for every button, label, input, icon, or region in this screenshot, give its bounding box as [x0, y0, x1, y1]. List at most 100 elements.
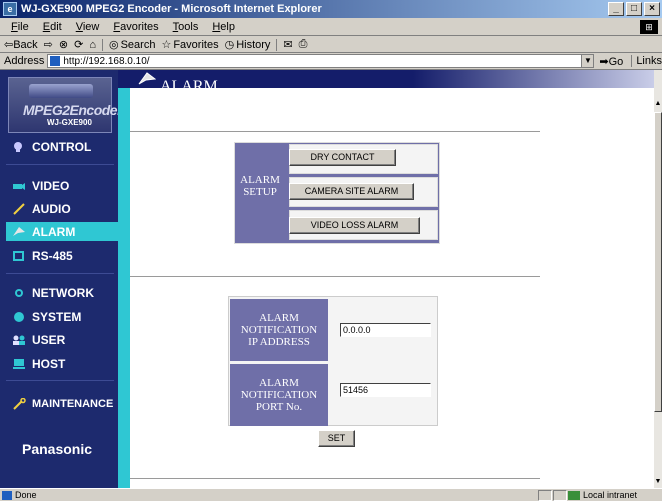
computer-icon	[12, 358, 26, 370]
menu-file[interactable]: File	[4, 21, 36, 33]
sidebar-divider	[6, 380, 114, 381]
sidebar-item-system[interactable]: SYSTEM	[6, 307, 114, 326]
arrow-icon	[12, 226, 26, 238]
sidebar-divider	[6, 273, 114, 274]
product-logo: MPEG2Encoder WJ-GXE900	[8, 77, 123, 133]
ip-label-line: ALARM	[259, 312, 299, 324]
port-number-label: ALARM NOTIFICATION PORT No.	[230, 364, 328, 426]
go-button[interactable]: ➡Go	[599, 55, 623, 68]
sidebar-item-video[interactable]: VIDEO	[6, 176, 114, 195]
toolbar: ⇦Back ⇨ ⊗ ⟳ ⌂ ◎ Search ☆ Favorites ◷ Histor…	[0, 37, 662, 53]
page-done-icon	[2, 490, 12, 500]
sidebar-item-host[interactable]: HOST	[6, 354, 114, 373]
web-page: ALARM MPEG2Encoder WJ-GXE900 CONTROL VID…	[0, 70, 654, 488]
address-dropdown-icon[interactable]: ▼	[581, 55, 594, 67]
page-scrollbar[interactable]: ▲ ▼	[654, 70, 662, 488]
window-title-bar: e WJ-GXE900 MPEG2 Encoder - Microsoft In…	[0, 0, 662, 18]
sidebar-item-label: RS-485	[32, 248, 73, 263]
globe-icon	[12, 311, 26, 323]
minimize-button[interactable]: _	[608, 2, 624, 16]
port-label-line: NOTIFICATION	[240, 389, 318, 401]
camera-icon	[12, 180, 26, 192]
favorites-label: Favorites	[173, 38, 219, 51]
search-icon: ◎	[108, 39, 119, 51]
sidebar-item-label: SYSTEM	[32, 309, 82, 324]
back-button[interactable]: ⇦Back	[4, 38, 38, 51]
ip-label-line: IP ADDRESS	[248, 336, 310, 348]
screen-icon	[12, 250, 26, 262]
sidebar-item-user[interactable]: USER	[6, 330, 114, 349]
menu-tools[interactable]: Tools	[166, 21, 206, 33]
history-icon: ◷	[224, 39, 235, 51]
sidebar-item-network[interactable]: NETWORK	[6, 283, 114, 302]
history-button[interactable]: ◷ History	[224, 38, 271, 52]
search-button[interactable]: ◎ Search	[108, 38, 156, 52]
sidebar-accent-stripe	[118, 88, 130, 488]
zone-label: Local intranet	[583, 490, 638, 500]
forward-button[interactable]: ⇨	[44, 38, 53, 51]
logo-model: WJ-GXE900	[47, 118, 92, 127]
sidebar-item-label: MAINTENANCE	[32, 397, 114, 410]
close-button[interactable]: ×	[644, 2, 660, 16]
sidebar-item-control[interactable]: CONTROL	[6, 137, 114, 156]
print-icon[interactable]: ⎙	[299, 38, 308, 51]
maximize-button[interactable]: □	[626, 2, 642, 16]
links-button[interactable]: Links	[631, 55, 662, 67]
refresh-icon[interactable]: ⟳	[74, 38, 83, 51]
scroll-up-icon[interactable]: ▲	[654, 100, 662, 108]
toolbar-separator	[101, 38, 103, 51]
stop-icon[interactable]: ⊗	[59, 38, 68, 51]
video-loss-alarm-button[interactable]: VIDEO LOSS ALARM	[289, 217, 420, 234]
menu-help[interactable]: Help	[205, 21, 242, 33]
history-label: History	[236, 38, 271, 51]
home-icon[interactable]: ⌂	[89, 39, 96, 51]
security-zone: Local intranet	[568, 490, 637, 500]
menu-edit[interactable]: Edit	[36, 21, 69, 33]
dry-contact-button[interactable]: DRY CONTACT	[289, 149, 396, 166]
users-icon	[12, 334, 26, 346]
windows-logo-icon: ⊞	[640, 20, 658, 34]
brand-logo: Panasonic	[22, 441, 93, 457]
sidebar-item-rs485[interactable]: RS-485	[6, 246, 114, 265]
sidebar-item-label: USER	[32, 332, 66, 347]
port-number-input[interactable]: 51456	[340, 383, 431, 397]
alarm-setup-label: ALARM SETUP	[234, 174, 286, 198]
alarm-setup-label-line: ALARM	[240, 174, 280, 186]
divider	[130, 131, 540, 132]
menu-favorites[interactable]: Favorites	[106, 21, 165, 33]
sidebar: MPEG2Encoder WJ-GXE900 CONTROL VIDEO AUD…	[0, 70, 130, 488]
menu-bar: File Edit View Favorites Tools Help ⊞	[0, 18, 662, 36]
divider	[130, 276, 540, 277]
sidebar-divider	[6, 164, 114, 165]
mail-icon[interactable]: ✉	[283, 38, 292, 51]
address-input[interactable]: http://192.168.0.10/ ▼	[47, 54, 595, 68]
sidebar-item-alarm[interactable]: ALARM	[6, 222, 130, 241]
sidebar-item-audio[interactable]: AUDIO	[6, 199, 114, 218]
menu-view[interactable]: View	[69, 21, 107, 33]
sidebar-item-label: NETWORK	[32, 285, 94, 300]
search-label: Search	[120, 38, 156, 51]
scrollbar-thumb[interactable]	[654, 112, 662, 412]
status-text: Done	[15, 490, 37, 500]
sidebar-item-label: ALARM	[32, 224, 76, 239]
network-icon	[12, 287, 26, 299]
sidebar-item-maintenance[interactable]: MAINTENANCE	[6, 394, 114, 413]
alarm-setup-label-line: SETUP	[243, 186, 277, 198]
toolbar-separator	[276, 38, 278, 51]
sidebar-item-label: HOST	[32, 356, 66, 371]
wrench-icon	[12, 397, 26, 410]
ip-address-input[interactable]: 0.0.0.0	[340, 323, 431, 337]
set-button[interactable]: SET	[318, 430, 355, 447]
address-url: http://192.168.0.10/	[63, 55, 150, 67]
alarm-header-icon	[138, 72, 156, 85]
sidebar-item-label: CONTROL	[32, 139, 92, 154]
favorites-button[interactable]: ☆ Favorites	[161, 38, 219, 52]
scroll-down-icon[interactable]: ▼	[654, 478, 662, 486]
favorites-icon: ☆	[161, 39, 172, 51]
status-segment	[538, 490, 552, 501]
port-label-line: PORT No.	[255, 401, 303, 413]
sidebar-item-label: AUDIO	[32, 201, 71, 216]
window-title: WJ-GXE900 MPEG2 Encoder - Microsoft Inte…	[21, 3, 322, 15]
intranet-icon	[568, 490, 580, 500]
camera-site-alarm-button[interactable]: CAMERA SITE ALARM	[289, 183, 414, 200]
